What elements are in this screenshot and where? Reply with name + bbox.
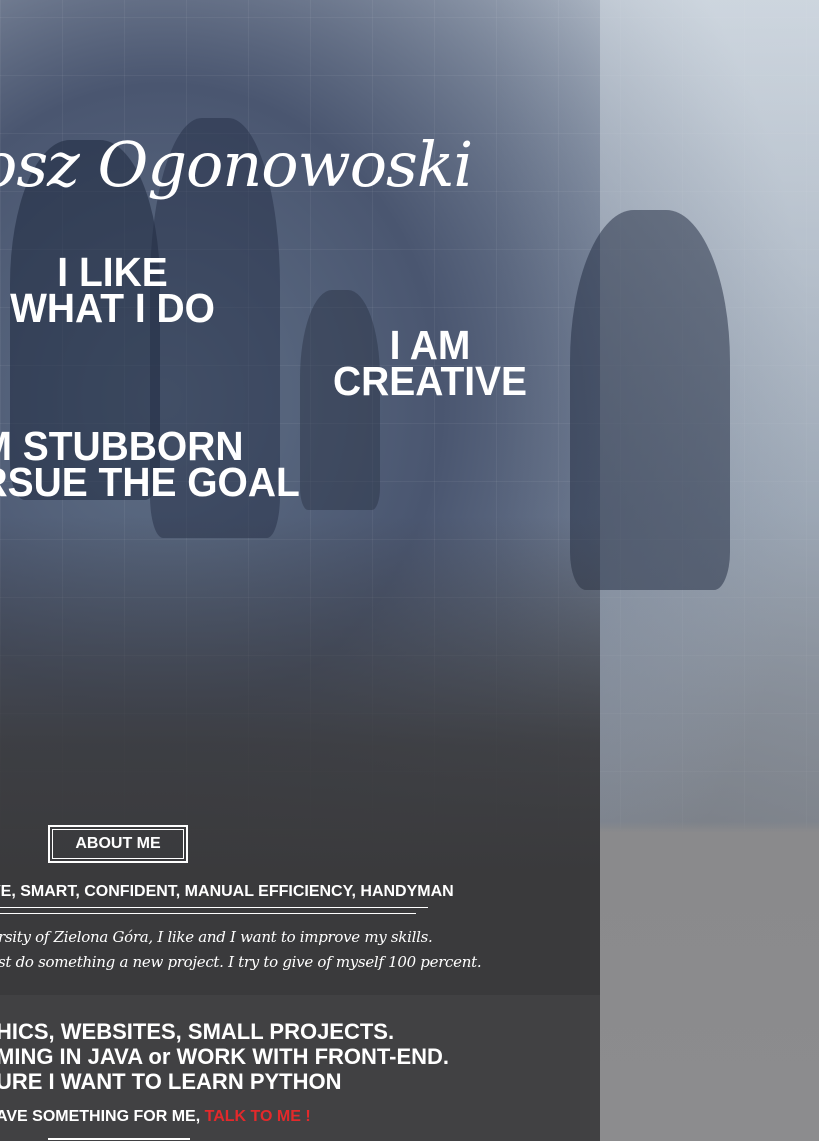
skills-line-2: MING IN JAVA or WORK WITH FRONT-END. — [0, 1044, 450, 1069]
slogan-stubborn-line2: RSUE THE GOAL — [0, 459, 300, 505]
traits-text: VE, SMART, CONFIDENT, MANUAL EFFICIENCY,… — [0, 883, 454, 900]
slogan-creative: I AM CREATIVE — [330, 325, 530, 404]
site-owner-name: osz Ogonowoski — [0, 128, 473, 201]
slogan-like-line2: WHAT I DO — [10, 285, 215, 331]
contact-prefix: AVE SOMETHING FOR ME, — [0, 1108, 205, 1125]
bio-line-2: st do something a new project. I try to … — [0, 953, 482, 971]
bio-line-1: rsity of Zielona Góra, I like and I want… — [0, 928, 433, 946]
slogan-creative-line2: CREATIVE — [332, 358, 528, 404]
slogan-like: I LIKE WHAT I DO — [6, 252, 220, 331]
divider-line-inner — [0, 913, 416, 914]
contact-text: AVE SOMETHING FOR ME, TALK TO ME ! — [0, 1108, 311, 1126]
about-me-button[interactable]: ABOUT ME — [48, 825, 188, 863]
talk-to-me-link[interactable]: TALK TO ME ! — [205, 1108, 311, 1125]
divider-line — [0, 907, 428, 908]
skills-line-3: URE I WANT TO LEARN PYTHON — [0, 1069, 342, 1094]
skills-line-1: HICS, WEBSITES, SMALL PROJECTS. — [0, 1019, 395, 1044]
slogan-stubborn: M STUBBORN RSUE THE GOAL — [0, 426, 341, 505]
